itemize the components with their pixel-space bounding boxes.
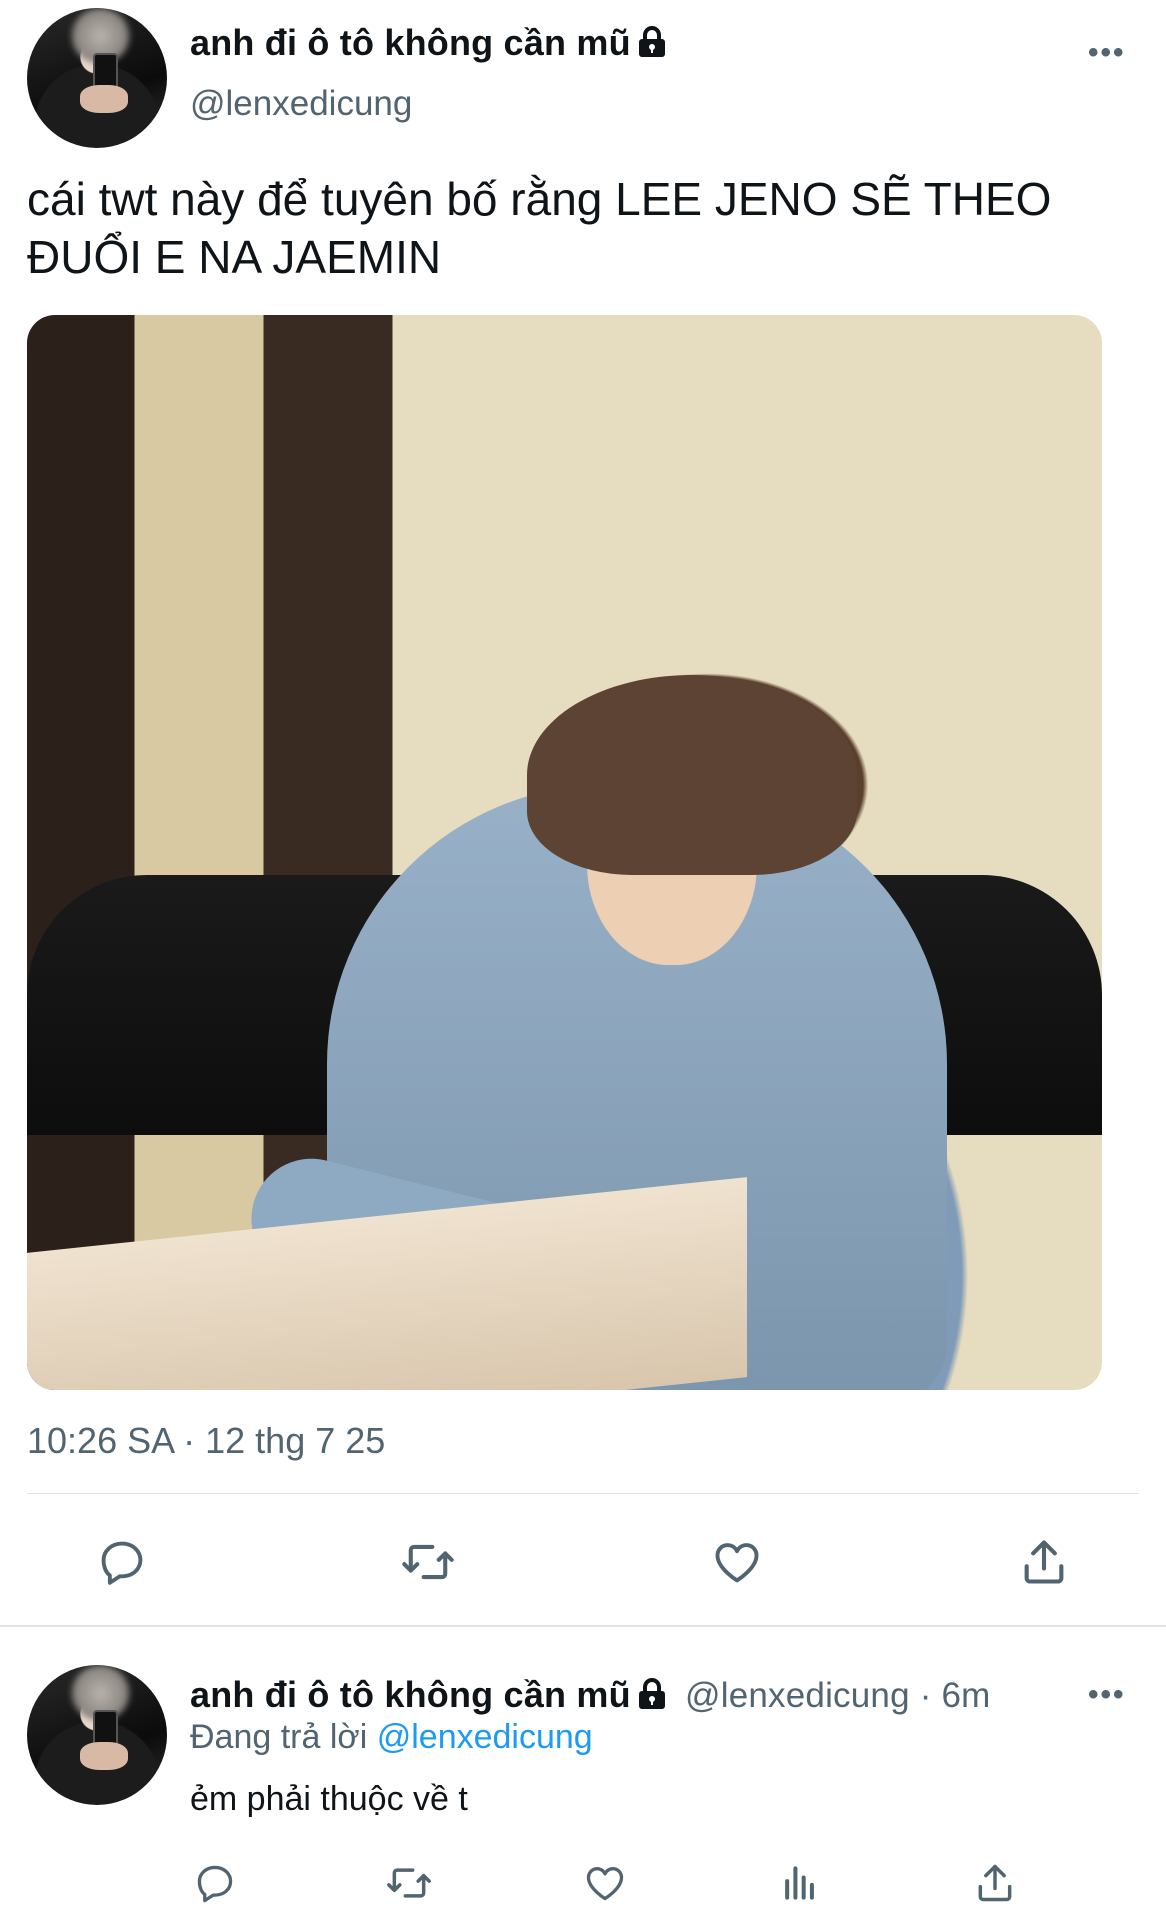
tweet-timestamp[interactable]: 10:26 SA · 12 thg 7 25 xyxy=(27,1420,385,1462)
replying-to-line: Đang trả lời @lenxedicung xyxy=(190,1718,593,1757)
author-username[interactable]: @lenxedicung xyxy=(685,1676,910,1715)
avatar-hand xyxy=(80,85,128,113)
share-button[interactable] xyxy=(970,1858,1020,1908)
author-name-row[interactable]: anh đi ô tô không cần mũ xyxy=(190,22,667,67)
like-icon xyxy=(586,1867,624,1901)
reply-time[interactable]: 6m xyxy=(941,1676,990,1715)
like-icon xyxy=(715,1543,759,1583)
divider xyxy=(27,1493,1139,1494)
more-options-icon[interactable]: ••• xyxy=(1088,1678,1126,1712)
tweet-text: cái twt này để tuyên bố rằng LEE JENO SẼ… xyxy=(27,173,1052,283)
photo-person-hair xyxy=(527,675,857,875)
views-icon xyxy=(785,1866,814,1900)
reply-button[interactable] xyxy=(190,1858,240,1908)
like-button[interactable] xyxy=(580,1858,630,1908)
avatar[interactable] xyxy=(27,1665,167,1805)
avatar-hand xyxy=(80,1742,128,1770)
meta-separator: · xyxy=(919,1676,932,1715)
author-username[interactable]: @lenxedicung xyxy=(190,84,412,124)
share-icon xyxy=(978,1864,1012,1902)
section-divider xyxy=(0,1625,1166,1627)
share-button[interactable] xyxy=(1014,1532,1074,1592)
reply-icon xyxy=(101,1541,143,1585)
reply-text: ẻm phải thuộc về t xyxy=(190,1780,468,1818)
reply-button[interactable] xyxy=(92,1532,152,1592)
replying-to-link[interactable]: @lenxedicung xyxy=(377,1718,593,1756)
lock-icon xyxy=(637,1677,667,1719)
views-button[interactable] xyxy=(775,1858,825,1908)
retweet-icon xyxy=(402,1544,454,1580)
avatar[interactable] xyxy=(27,8,167,148)
retweet-button[interactable] xyxy=(384,1858,434,1908)
tweet-photo[interactable] xyxy=(27,315,1102,1390)
share-icon xyxy=(1024,1540,1064,1584)
more-options-icon[interactable]: ••• xyxy=(1088,36,1126,70)
replying-to-prefix: Đang trả lời xyxy=(190,1718,368,1756)
lock-icon xyxy=(637,25,667,67)
author-display-name: anh đi ô tô không cần mũ xyxy=(190,22,631,63)
author-display-name: anh đi ô tô không cần mũ xyxy=(190,1674,631,1715)
retweet-icon xyxy=(387,1868,431,1898)
like-button[interactable] xyxy=(707,1532,767,1592)
retweet-button[interactable] xyxy=(398,1532,458,1592)
reply-author-row[interactable]: anh đi ô tô không cần mũ @lenxedicung · … xyxy=(190,1674,991,1719)
reply-icon xyxy=(197,1865,233,1903)
